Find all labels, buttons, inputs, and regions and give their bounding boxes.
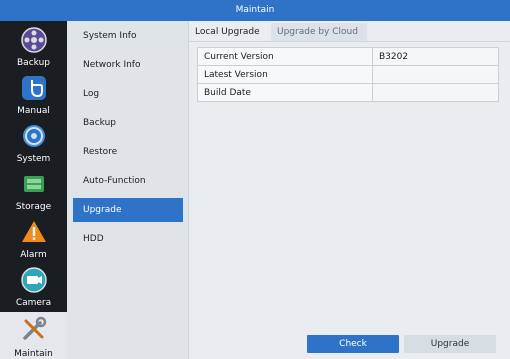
nav-label: Camera: [15, 298, 52, 308]
latest-version-value: [372, 65, 499, 84]
table-row: Build Date: [197, 83, 499, 102]
build-date-label: Build Date: [197, 83, 373, 102]
warning-icon: [21, 221, 46, 242]
menu-item-upgrade[interactable]: Upgrade: [73, 198, 183, 222]
window-title: Maintain: [0, 0, 510, 21]
nav-backup[interactable]: Backup: [0, 23, 67, 71]
current-version-label: Current Version: [197, 47, 373, 66]
menu-item-network-info[interactable]: Network Info: [73, 53, 183, 77]
nav-alarm[interactable]: Alarm: [0, 215, 67, 263]
upgrade-button[interactable]: Upgrade: [404, 335, 496, 353]
nav-camera[interactable]: Camera: [0, 263, 67, 311]
latest-version-label: Latest Version: [197, 65, 373, 84]
menu-item-system-info[interactable]: System Info: [73, 24, 183, 48]
menu-item-backup[interactable]: Backup: [73, 111, 183, 135]
gear-icon: [22, 125, 45, 147]
hand-pointer-icon: [21, 76, 46, 100]
nav-label: Backup: [17, 58, 50, 68]
tools-icon: [22, 316, 46, 340]
tab-local-upgrade[interactable]: Local Upgrade: [189, 23, 269, 42]
menu-item-log[interactable]: Log: [73, 82, 183, 106]
check-button[interactable]: Check: [307, 335, 399, 353]
build-date-value: [372, 83, 499, 102]
main-icon-bar: Backup Manual System Storage Alarm Camer…: [0, 21, 67, 359]
maintain-submenu: System Info Network Info Log Backup Rest…: [67, 21, 189, 359]
nav-manual[interactable]: Manual: [0, 71, 67, 119]
menu-item-auto-function[interactable]: Auto-Function: [73, 169, 183, 193]
current-version-value: B3202: [372, 47, 499, 66]
camera-icon: [20, 267, 47, 293]
nav-storage[interactable]: Storage: [0, 167, 67, 215]
menu-item-hdd[interactable]: HDD: [73, 227, 183, 251]
nav-maintain[interactable]: Maintain: [0, 312, 67, 359]
nav-label: Maintain: [14, 349, 53, 359]
hard-drive-icon: [23, 176, 44, 192]
nav-label: Manual: [17, 106, 50, 116]
nav-label: Storage: [15, 202, 52, 212]
nav-label: Alarm: [20, 250, 47, 260]
tab-bar: Local Upgrade Upgrade by Cloud: [189, 21, 510, 42]
tab-upgrade-by-cloud[interactable]: Upgrade by Cloud: [271, 23, 367, 42]
table-row: Current Version B3202: [197, 47, 499, 66]
upgrade-panel: Local Upgrade Upgrade by Cloud Current V…: [189, 21, 510, 359]
nav-label: System: [16, 154, 51, 164]
tab-divider: [189, 41, 510, 42]
version-info-table: Current Version B3202 Latest Version Bui…: [197, 47, 499, 102]
menu-item-restore[interactable]: Restore: [73, 140, 183, 164]
film-reel-icon: [20, 27, 47, 53]
table-row: Latest Version: [197, 65, 499, 84]
nav-system[interactable]: System: [0, 119, 67, 167]
